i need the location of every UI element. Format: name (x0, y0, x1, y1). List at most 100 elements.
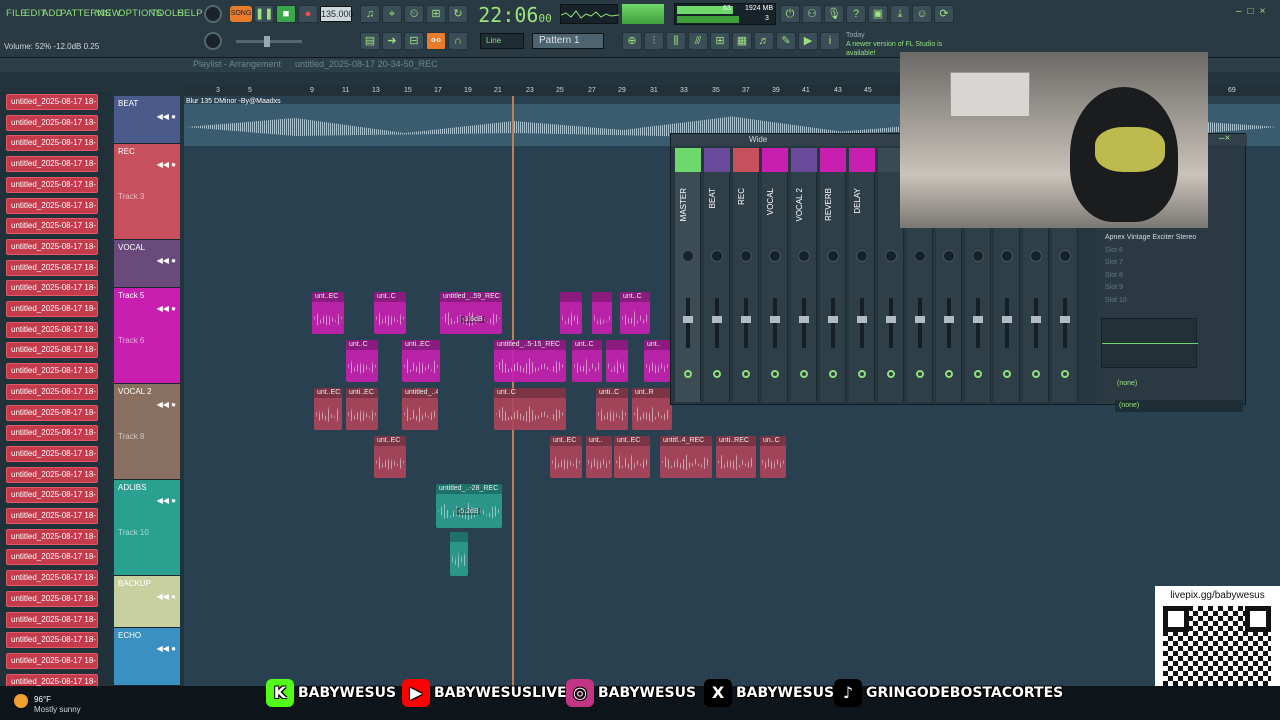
audio-clip[interactable]: unti..EC (402, 340, 440, 382)
fader-handle[interactable] (828, 316, 838, 323)
track-controls[interactable]: ◀◀ ● (157, 112, 176, 121)
help-icon[interactable]: ? (846, 5, 866, 23)
browser-item[interactable]: untitled_2025-08-17 18- (6, 176, 98, 193)
fader-handle[interactable] (770, 316, 780, 323)
browser-item[interactable]: untitled_2025-08-17 18- (6, 218, 98, 235)
fader-handle[interactable] (712, 316, 722, 323)
browser-item[interactable]: untitled_2025-08-17 18- (6, 321, 98, 338)
fader-handle[interactable] (683, 316, 693, 323)
info-icon[interactable]: i (820, 32, 840, 50)
volume-fader[interactable] (683, 298, 693, 348)
volume-fader[interactable] (973, 298, 983, 348)
track-controls[interactable]: ◀◀ ● (157, 256, 176, 265)
power-icon[interactable] (916, 370, 924, 378)
browser-item[interactable]: untitled_2025-08-17 18- (6, 135, 98, 152)
effect-slot[interactable]: Slot 8 (1105, 272, 1123, 279)
browser-item[interactable]: untitled_2025-08-17 18- (6, 445, 98, 462)
pan-knob[interactable] (1059, 250, 1071, 262)
sync-icon[interactable]: ⟳ (934, 5, 954, 23)
power-icon[interactable] (713, 370, 721, 378)
audio-clip[interactable]: unt..R (632, 388, 672, 430)
audio-icon[interactable]: ♬ (754, 32, 774, 50)
audio-clip[interactable]: unt..EC (312, 292, 344, 334)
audio-clip[interactable]: unt.. (586, 436, 612, 478)
master-volume-slider[interactable] (236, 36, 302, 47)
audio-clip[interactable]: untitled_..59_REC -3.6dB (440, 292, 502, 334)
plus-icon[interactable]: ⊕ (622, 32, 642, 50)
pan-knob[interactable] (798, 250, 810, 262)
master-pitch-knob[interactable] (204, 32, 222, 50)
browser-item[interactable]: untitled_2025-08-17 18- (6, 363, 98, 380)
audio-clip[interactable] (606, 340, 628, 382)
browser-item[interactable]: untitled_2025-08-17 18- (6, 632, 98, 649)
pan-knob[interactable] (1030, 250, 1042, 262)
pattern-selector[interactable]: Pattern 1 (532, 33, 604, 49)
browser-item[interactable]: untitled_2025-08-17 18- (6, 383, 98, 400)
fader-handle[interactable] (1031, 316, 1041, 323)
track-header[interactable]: ECHO ◀◀ ● (114, 628, 180, 686)
volume-fader[interactable] (915, 298, 925, 348)
track-controls[interactable]: ◀◀ ● (157, 592, 176, 601)
audio-clip[interactable]: unt.. (644, 340, 670, 382)
pan-knob[interactable] (1001, 250, 1013, 262)
power-icon[interactable] (771, 370, 779, 378)
track-controls[interactable]: ◀◀ ● (157, 160, 176, 169)
menu-help[interactable]: HELP (177, 8, 203, 19)
volume-fader[interactable] (741, 298, 751, 348)
volume-fader[interactable] (770, 298, 780, 348)
pan-knob[interactable] (740, 250, 752, 262)
audio-clip[interactable]: untitl..4_REC (660, 436, 712, 478)
audio-clip[interactable]: unt..EC (314, 388, 342, 430)
mixer-strip[interactable]: VOCAL (762, 148, 788, 402)
fader-handle[interactable] (799, 316, 809, 323)
power-icon[interactable] (974, 370, 982, 378)
audio-clip[interactable]: unt..C (374, 292, 406, 334)
browser-item[interactable]: untitled_2025-08-17 18- (6, 570, 98, 587)
pan-knob[interactable] (827, 250, 839, 262)
power-icon[interactable] (829, 370, 837, 378)
mixer-strip[interactable]: REVERB (820, 148, 846, 402)
countdown-icon[interactable]: ⏲ (404, 5, 424, 23)
fader-handle[interactable] (741, 316, 751, 323)
volume-fader[interactable] (828, 298, 838, 348)
effect-slot[interactable]: Slot 6 (1105, 247, 1123, 254)
step-edit-icon[interactable]: ⊞ (426, 5, 446, 23)
pan-knob[interactable] (914, 250, 926, 262)
browser-item[interactable]: untitled_2025-08-17 18- (6, 259, 98, 276)
fader-handle[interactable] (1060, 316, 1070, 323)
volume-fader[interactable] (886, 298, 896, 348)
volume-fader[interactable] (799, 298, 809, 348)
browser-icon[interactable]: ⊞ (710, 32, 730, 50)
channel-rack-icon[interactable]: ⫻ (688, 32, 708, 50)
playlist-view-icon[interactable]: ▤ (360, 32, 380, 50)
browser-item[interactable]: untitled_2025-08-17 18- (6, 197, 98, 214)
window-controls[interactable]: –□× (1236, 6, 1276, 20)
news-panel[interactable]: Today A newer version of FL Studio is av… (846, 31, 946, 57)
mic-icon[interactable]: 🎙 (824, 5, 844, 23)
mixer-strip[interactable]: BEAT (704, 148, 730, 402)
power-icon[interactable] (1032, 370, 1040, 378)
audio-clip[interactable]: unti..REC (716, 436, 756, 478)
mixer-strip[interactable]: REC (733, 148, 759, 402)
audio-clip[interactable]: unti..C (596, 388, 628, 430)
track-header[interactable]: Track 5 Track 6 ◀◀ ● (114, 288, 180, 384)
browser-item[interactable]: untitled_2025-08-17 18- (6, 590, 98, 607)
volume-fader[interactable] (944, 298, 954, 348)
stop-button[interactable]: ■ (276, 5, 296, 23)
fader-handle[interactable] (973, 316, 983, 323)
save-icon[interactable]: ▣ (868, 5, 888, 23)
volume-fader[interactable] (1031, 298, 1041, 348)
browser-item[interactable]: untitled_2025-08-17 18- (6, 611, 98, 628)
browser-item[interactable]: untitled_2025-08-17 18- (6, 280, 98, 297)
browser-item[interactable]: untitled_2025-08-17 18- (6, 94, 98, 110)
volume-fader[interactable] (1060, 298, 1070, 348)
browser-item[interactable]: untitled_2025-08-17 18- (6, 487, 98, 504)
grid-icon[interactable]: ⊟ (404, 32, 424, 50)
output-selector[interactable]: (none) (1115, 400, 1243, 412)
mixer-strip[interactable]: VOCAL 2 (791, 148, 817, 402)
power-icon[interactable] (800, 370, 808, 378)
mixer-window-controls[interactable]: –× (1219, 133, 1230, 144)
pan-knob[interactable] (856, 250, 868, 262)
browser-item[interactable]: untitled_2025-08-17 18- (6, 652, 98, 669)
loop-record-icon[interactable]: ↻ (448, 5, 468, 23)
